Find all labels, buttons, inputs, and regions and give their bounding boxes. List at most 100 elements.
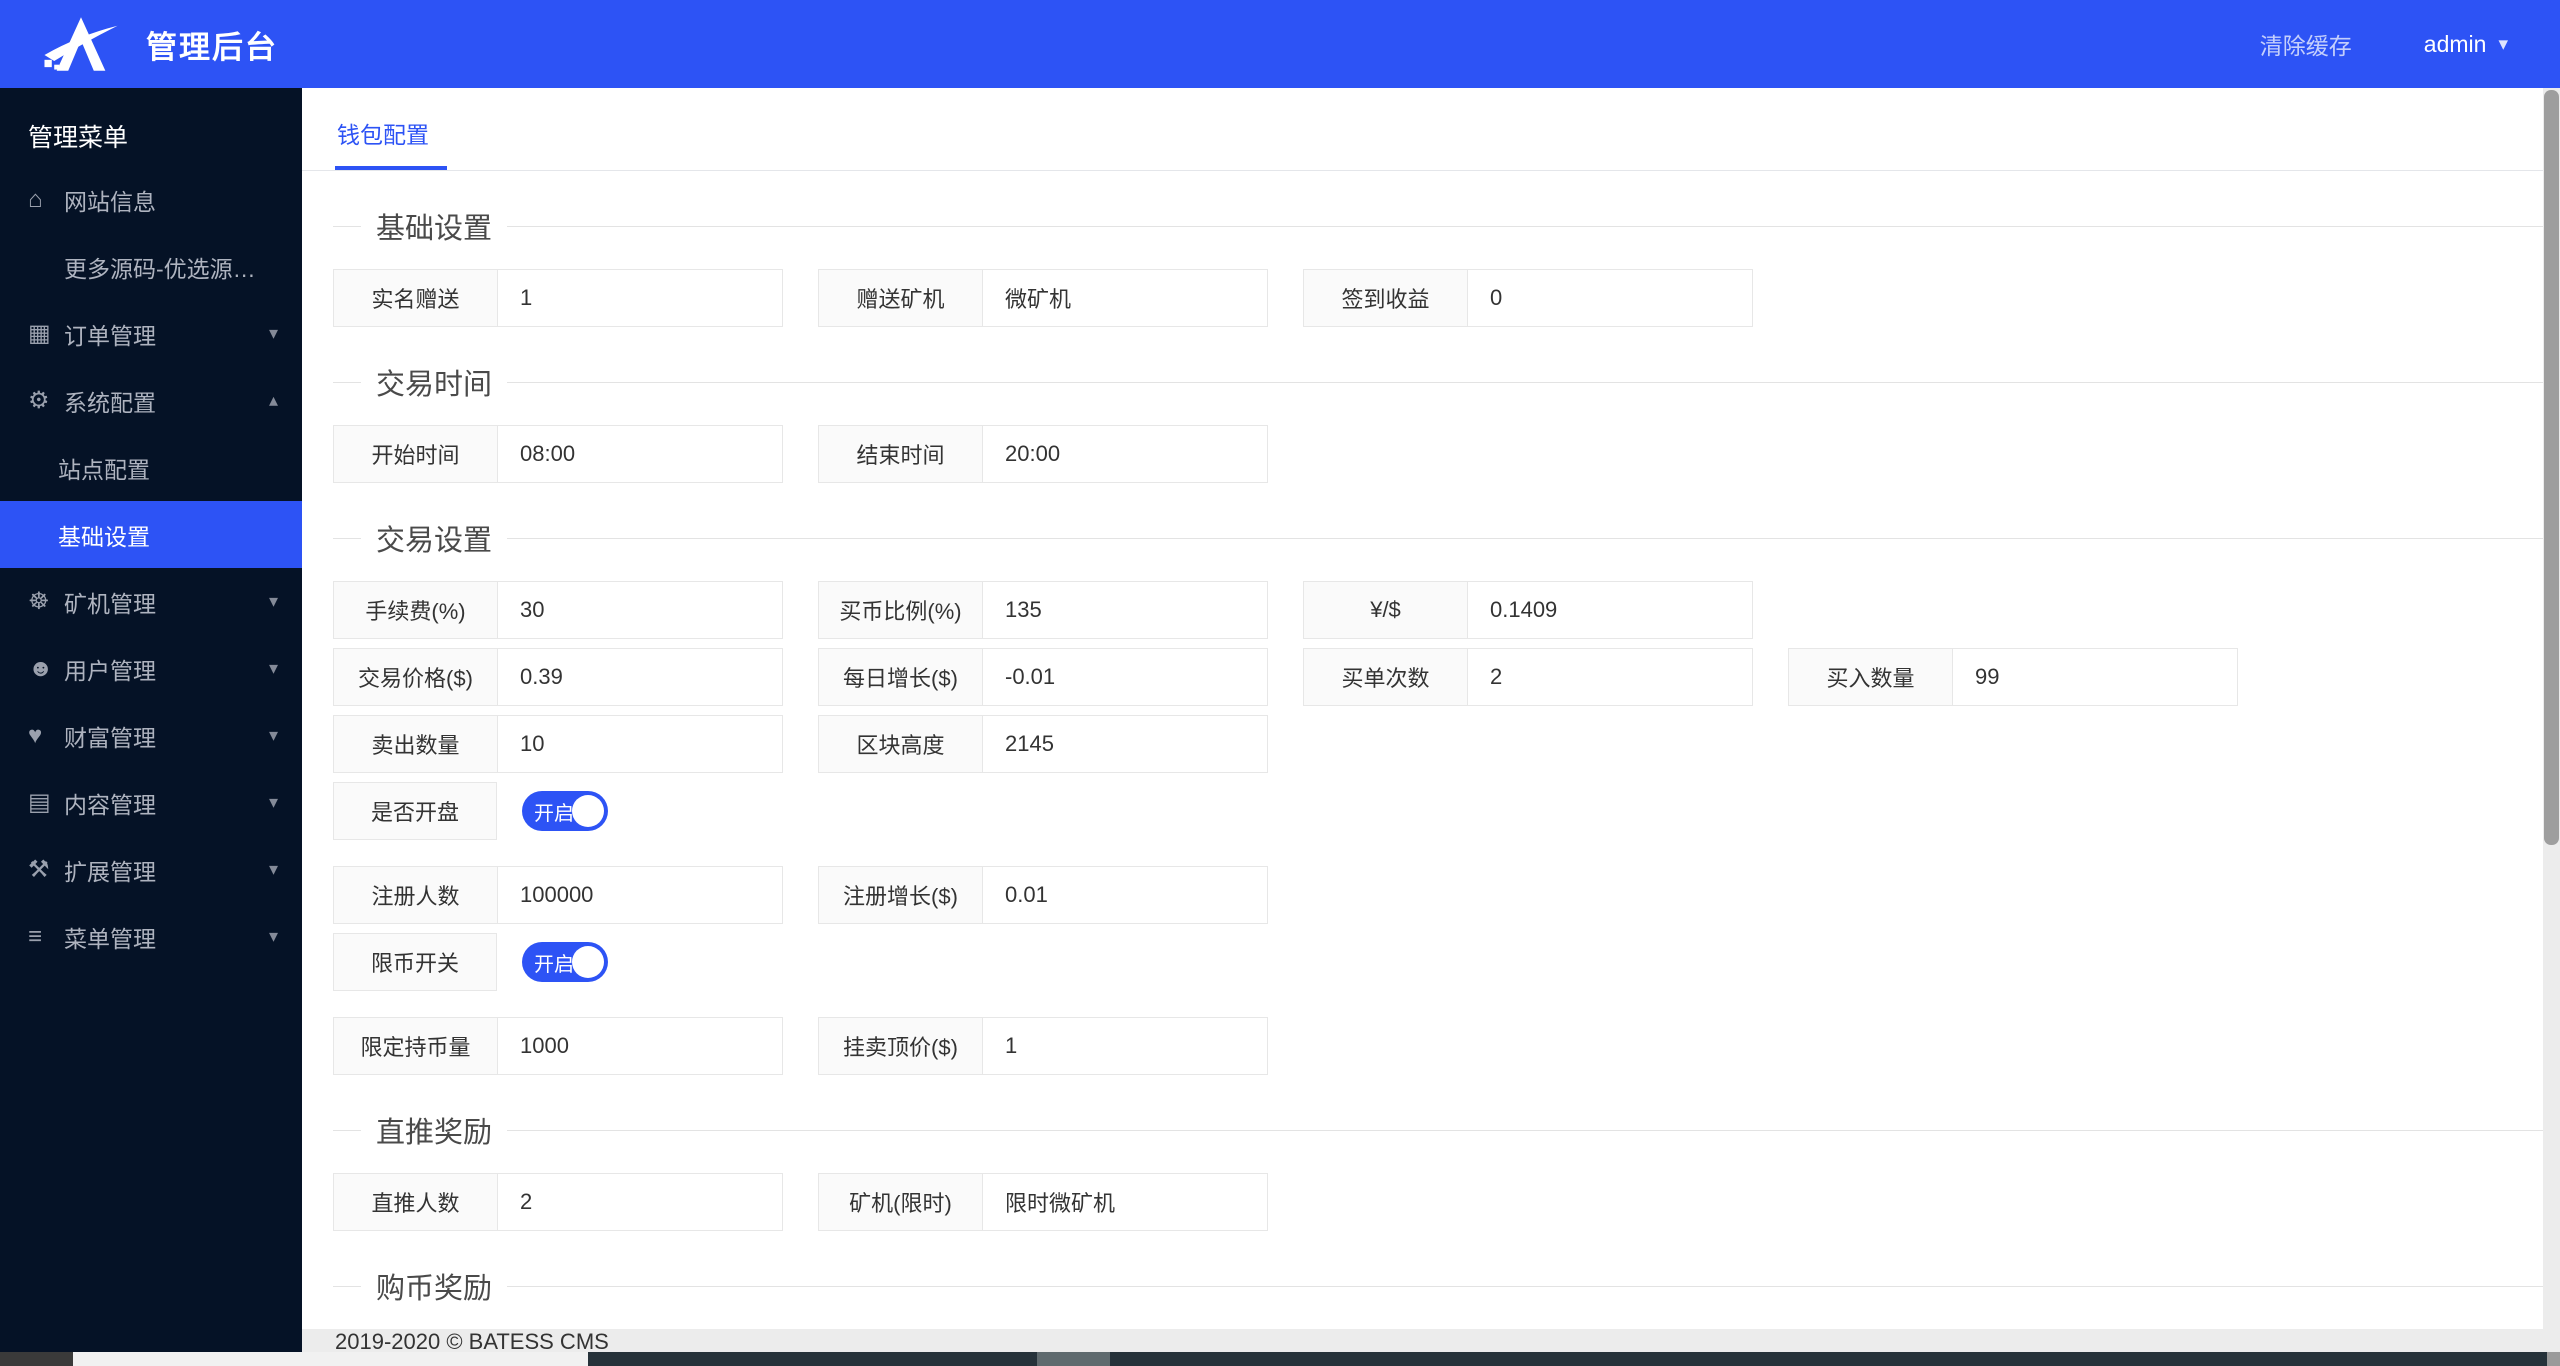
bottom-scrollbar-strip[interactable] [0,1352,2560,1366]
sidebar-item-system-config[interactable]: ⚙ 系统配置 ▴ [0,367,302,434]
chevron-down-icon: ▾ [269,792,278,813]
tab-wallet-config[interactable]: 钱包配置 [335,116,447,170]
block-height-input[interactable] [983,716,1267,772]
market-open-label: 是否开盘 [333,782,497,840]
sidebar-item-basic-settings[interactable]: 基础设置 [0,501,302,568]
field-direct-referrals: 直推人数 [333,1173,783,1231]
section-title-basic: 基础设置 [333,205,2543,247]
realname-gift-input[interactable] [498,270,782,326]
field-realname-gift: 实名赠送 [333,269,783,327]
admin-app: 管理后台 清除缓存 admin ▾ 管理菜单 ⌂ 网站信息 更多源码-优选源码y… [0,0,2560,1366]
sell-amount-input[interactable] [498,716,782,772]
register-growth-input[interactable] [983,867,1267,923]
section-title-buy-reward: 购币奖励 [333,1265,2543,1307]
exchange-rate-input[interactable] [1468,582,1752,638]
holding-limit-input[interactable] [498,1018,782,1074]
menu-bars-icon: ≡ [28,923,64,951]
sidebar-item-site-settings[interactable]: 站点配置 [0,434,302,501]
gift-miner-input[interactable] [983,270,1267,326]
field-timed-miner: 矿机(限时) [818,1173,1268,1231]
vertical-scrollbar-thumb[interactable] [2544,90,2559,845]
sidebar-item-more-source[interactable]: 更多源码-优选源码yxy... [0,233,302,300]
end-time-input[interactable] [983,426,1267,482]
wallet-config-form: 基础设置 实名赠送 赠送矿机 签到收益 交易时间 [302,171,2543,1329]
coin-limit-toggle[interactable]: 开启 [522,942,608,982]
document-icon: ▤ [28,788,64,817]
sidebar-item-menus[interactable]: ≡ 菜单管理 ▾ [0,903,302,970]
field-register-growth: 注册增长($) [818,866,1268,924]
daily-growth-input[interactable] [983,649,1267,705]
coin-limit-label: 限币开关 [333,933,497,991]
trade-price-input[interactable] [498,649,782,705]
chevron-down-icon: ▾ [269,859,278,880]
field-register-count: 注册人数 [333,866,783,924]
market-open-toggle[interactable]: 开启 [522,791,608,831]
sell-cap-input[interactable] [983,1018,1267,1074]
app-title: 管理后台 [146,22,278,67]
chevron-up-icon: ▴ [269,390,278,411]
signin-income-input[interactable] [1468,270,1752,326]
miner-wheel-icon: ☸ [28,587,64,616]
gears-icon: ⚙ [28,386,64,415]
field-trade-price: 交易价格($) [333,648,783,706]
buy-order-times-input[interactable] [1468,649,1752,705]
main-panel: 钱包配置 基础设置 实名赠送 赠送矿机 签到收益 [302,88,2543,1352]
field-fee-percent: 手续费(%) [333,581,783,639]
chevron-down-icon: ▾ [269,591,278,612]
field-sell-cap: 挂卖顶价($) [818,1017,1268,1075]
brand: 管理后台 [0,16,278,72]
horizontal-scrollbar-thumb[interactable] [73,1352,588,1366]
chevron-down-icon: ▾ [269,323,278,344]
sidebar-item-extensions[interactable]: ⚒ 扩展管理 ▾ [0,836,302,903]
wrench-icon: ⚒ [28,855,64,884]
field-end-time: 结束时间 [818,425,1268,483]
field-signin-income: 签到收益 [1303,269,1753,327]
field-exchange-rate: ¥/$ [1303,581,1753,639]
toggle-knob [572,795,604,827]
chevron-down-icon: ▾ [269,658,278,679]
section-title-trade-time: 交易时间 [333,361,2543,403]
register-count-input[interactable] [498,867,782,923]
toggle-knob [572,946,604,978]
buy-amount-input[interactable] [1953,649,2237,705]
start-time-input[interactable] [498,426,782,482]
timed-miner-input[interactable] [983,1174,1267,1230]
scrollbar-block [1037,1352,1110,1366]
field-gift-miner: 赠送矿机 [818,269,1268,327]
sidebar-item-content[interactable]: ▤ 内容管理 ▾ [0,769,302,836]
direct-referrals-input[interactable] [498,1174,782,1230]
field-buy-order-times: 买单次数 [1303,648,1753,706]
sidebar-menu-header: 管理菜单 [0,88,302,166]
section-title-direct-reward: 直推奖励 [333,1109,2543,1151]
section-title-trade-settings: 交易设置 [333,517,2543,559]
brand-logo-icon [42,16,120,72]
field-start-time: 开始时间 [333,425,783,483]
header-actions: 清除缓存 admin ▾ [2260,27,2560,61]
chevron-down-icon: ▾ [2498,33,2508,56]
field-daily-growth: 每日增长($) [818,648,1268,706]
scrollbar-corner [2547,1352,2560,1366]
username: admin [2424,31,2487,58]
sidebar-item-wealth[interactable]: ♥ 财富管理 ▾ [0,702,302,769]
user-menu[interactable]: admin ▾ [2424,31,2508,58]
tab-bar: 钱包配置 [302,88,2543,171]
top-header: 管理后台 清除缓存 admin ▾ [0,0,2560,88]
sidebar-item-site-info[interactable]: ⌂ 网站信息 [0,166,302,233]
home-icon: ⌂ [28,186,64,214]
field-buy-ratio: 买币比例(%) [818,581,1268,639]
chevron-down-icon: ▾ [269,725,278,746]
sidebar-item-miners[interactable]: ☸ 矿机管理 ▾ [0,568,302,635]
credit-card-icon: ▦ [28,319,64,348]
heartbeat-icon: ♥ [28,722,64,750]
sidebar-item-orders[interactable]: ▦ 订单管理 ▾ [0,300,302,367]
buy-ratio-input[interactable] [983,582,1267,638]
field-sell-amount: 卖出数量 [333,715,783,773]
vertical-scrollbar[interactable] [2543,88,2560,1352]
field-holding-limit: 限定持币量 [333,1017,783,1075]
fee-percent-input[interactable] [498,582,782,638]
field-block-height: 区块高度 [818,715,1268,773]
clear-cache-link[interactable]: 清除缓存 [2260,27,2352,61]
users-icon: ☻ [28,655,64,683]
scrollbar-corner [0,1352,73,1366]
sidebar-item-users[interactable]: ☻ 用户管理 ▾ [0,635,302,702]
